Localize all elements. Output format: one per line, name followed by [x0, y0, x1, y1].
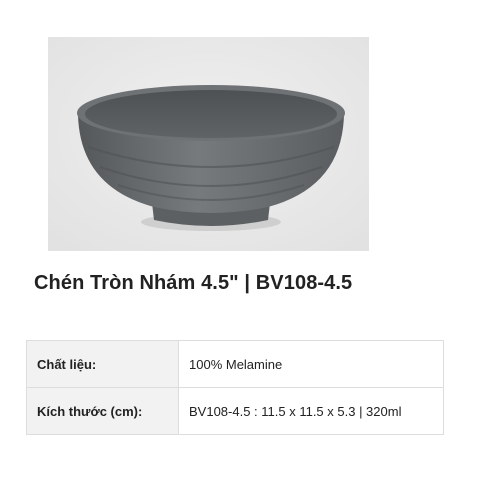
- spec-value-material: 100% Melamine: [178, 340, 444, 388]
- product-image[interactable]: [48, 37, 369, 251]
- spec-label-size: Kích thước (cm):: [26, 387, 179, 435]
- spec-label-material: Chất liệu:: [26, 340, 179, 388]
- spec-table: Chất liệu: 100% Melamine Kích thước (cm)…: [26, 340, 444, 435]
- bowl-illustration: [48, 37, 369, 251]
- table-row: Chất liệu: 100% Melamine: [26, 340, 444, 388]
- product-title: Chén Tròn Nhám 4.5" | BV108-4.5: [34, 272, 353, 294]
- table-row: Kích thước (cm): BV108-4.5 : 11.5 x 11.5…: [26, 387, 444, 435]
- spec-value-size: BV108-4.5 : 11.5 x 11.5 x 5.3 | 320ml: [178, 387, 444, 435]
